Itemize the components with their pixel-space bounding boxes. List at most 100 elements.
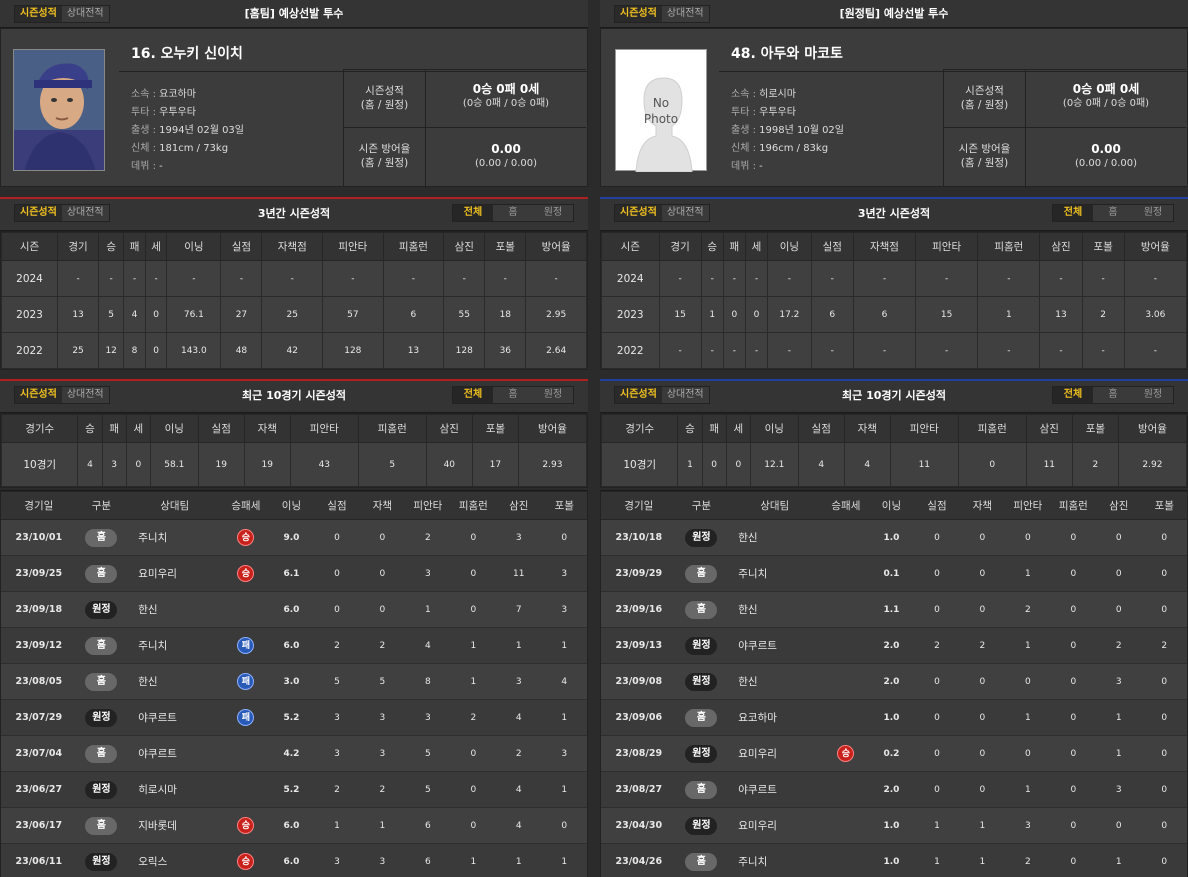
table-cell: 143.0 xyxy=(166,332,222,369)
tab-head-to-head[interactable]: 상대전적 xyxy=(61,387,109,403)
table-cell: 0 xyxy=(1141,735,1187,772)
result-cell xyxy=(823,555,869,592)
table-cell: 6.0 xyxy=(268,843,315,877)
game-row[interactable]: 23/07/04 홈 야쿠르트 4.2 3 3 5 0 2 3 xyxy=(1,735,587,772)
table-cell: 0 xyxy=(701,442,727,487)
table-cell: 23/06/11 xyxy=(1,843,77,877)
filter-tabs: 전체 홈 원정 xyxy=(452,204,574,222)
game-row[interactable]: 23/09/13 원정 야쿠르트 2.0 2 2 1 0 2 2 xyxy=(601,627,1187,664)
filter-all[interactable]: 전체 xyxy=(1053,387,1093,403)
game-row[interactable]: 23/06/11 원정 오릭스 승 6.0 3 3 6 1 1 1 xyxy=(1,843,587,877)
table-cell: 2.95 xyxy=(525,296,587,333)
filter-all[interactable]: 전체 xyxy=(453,387,493,403)
table-cell: 2 xyxy=(1141,627,1187,664)
recent-header: 시즌성적 상대전적 최근 10경기 시즌성적 전체 홈 원정 xyxy=(600,381,1188,413)
game-row[interactable]: 23/08/05 홈 한신 패 3.0 5 5 8 1 3 4 xyxy=(1,663,587,700)
filter-away[interactable]: 원정 xyxy=(533,387,573,403)
column-header: 피홈런 xyxy=(382,232,445,261)
venue-cell: 홈 xyxy=(676,843,727,877)
venue-badge: 홈 xyxy=(685,852,718,871)
view-tabs: 시즌성적 상대전적 xyxy=(614,5,710,23)
no-photo-text: No Photo xyxy=(643,96,679,126)
table-cell: 0 xyxy=(744,296,769,333)
season-record-box: 시즌성적 (홈 / 원정) 0승 0패 0세 (0승 0패 / 0승 0패) xyxy=(343,69,586,128)
filter-tabs: 전체 홈 원정 xyxy=(1052,386,1174,404)
game-row[interactable]: 23/06/17 홈 지바롯데 승 6.0 1 1 6 0 4 0 xyxy=(1,807,587,844)
filter-home[interactable]: 홈 xyxy=(1093,205,1133,221)
column-header: 실점 xyxy=(914,491,960,520)
table-cell: 4 xyxy=(541,663,587,700)
game-row[interactable]: 23/09/12 홈 주니치 패 6.0 2 2 4 1 1 1 xyxy=(1,627,587,664)
column-header: 패 xyxy=(701,414,727,443)
tab-head-to-head[interactable]: 상대전적 xyxy=(661,6,709,22)
table-cell: 5.2 xyxy=(268,771,315,808)
filter-all[interactable]: 전체 xyxy=(1053,205,1093,221)
game-row[interactable]: 23/07/29 원정 야쿠르트 패 5.2 3 3 3 2 4 1 xyxy=(1,699,587,736)
table-cell: 0 xyxy=(359,591,406,628)
table-cell: 1 xyxy=(314,807,360,844)
game-row[interactable]: 23/09/18 원정 한신 6.0 0 0 1 0 7 3 xyxy=(1,591,587,628)
filter-home[interactable]: 홈 xyxy=(1093,387,1133,403)
result-cell xyxy=(823,519,869,556)
table-cell: 2.64 xyxy=(525,332,587,369)
venue-badge: 원정 xyxy=(85,708,118,727)
filter-away[interactable]: 원정 xyxy=(1133,205,1173,221)
tab-season-stats[interactable]: 시즌성적 xyxy=(615,205,662,221)
column-header: 피홈런 xyxy=(357,414,427,443)
table-cell: 55 xyxy=(443,296,486,333)
tab-season-stats[interactable]: 시즌성적 xyxy=(15,205,62,221)
result-cell: 승 xyxy=(823,735,869,772)
filter-away[interactable]: 원정 xyxy=(1133,387,1173,403)
tab-season-stats[interactable]: 시즌성적 xyxy=(15,6,62,22)
table-cell: 0 xyxy=(1141,843,1187,877)
game-row[interactable]: 23/04/30 원정 요미우리 1.0 1 1 3 0 0 0 xyxy=(601,807,1187,844)
opponent-cell: 한신 xyxy=(726,591,824,628)
table-cell: 0 xyxy=(959,591,1006,628)
game-row[interactable]: 23/08/27 홈 야쿠르트 2.0 0 0 1 0 3 0 xyxy=(601,771,1187,808)
season-era-box: 시즌 방어율 (홈 / 원정) 0.00 (0.00 / 0.00) xyxy=(343,127,586,188)
filter-home[interactable]: 홈 xyxy=(493,205,533,221)
table-cell: 2 xyxy=(959,627,1006,664)
tab-head-to-head[interactable]: 상대전적 xyxy=(61,205,109,221)
table-cell: 0 xyxy=(1005,519,1051,556)
tab-head-to-head[interactable]: 상대전적 xyxy=(61,6,109,22)
game-row[interactable]: 23/10/01 홈 주니치 승 9.0 0 0 2 0 3 0 xyxy=(1,519,587,556)
tab-head-to-head[interactable]: 상대전적 xyxy=(661,205,709,221)
table-cell: 5 xyxy=(357,442,427,487)
game-row[interactable]: 23/04/26 홈 주니치 1.0 1 1 2 0 1 0 xyxy=(601,843,1187,877)
table-cell: 25 xyxy=(261,296,324,333)
venue-cell: 원정 xyxy=(76,699,127,736)
game-row[interactable]: 23/09/16 홈 한신 1.1 0 0 2 0 0 0 xyxy=(601,591,1187,628)
tab-season-stats[interactable]: 시즌성적 xyxy=(615,387,662,403)
no-photo-placeholder: No Photo xyxy=(615,49,707,172)
table-cell: 0 xyxy=(314,591,360,628)
table-cell: - xyxy=(98,260,125,297)
player-debut: 데뷔 : - xyxy=(731,161,763,172)
venue-cell: 홈 xyxy=(676,555,727,592)
player-team: 소속 : 히로시마 xyxy=(731,89,796,100)
filter-home[interactable]: 홈 xyxy=(493,387,533,403)
table-cell: 0 xyxy=(359,519,406,556)
filter-tabs: 전체 홈 원정 xyxy=(452,386,574,404)
column-header: 실점 xyxy=(810,232,854,261)
tab-head-to-head[interactable]: 상대전적 xyxy=(661,387,709,403)
recent-summary-table: 경기수 승 패 세 이닝 실점 자책 피안타 피홈런 삼진 포볼 방어율 10경기 1 0 0 12.1 4 4 11… xyxy=(600,413,1188,488)
game-row[interactable]: 23/09/06 홈 요코하마 1.0 0 0 1 0 1 0 xyxy=(601,699,1187,736)
tab-season-stats[interactable]: 시즌성적 xyxy=(615,6,662,22)
away-pitcher-column: 시즌성적 상대전적 [원정팀] 예상선발 투수 No Photo 48. 아두와 마… xyxy=(600,0,1188,877)
table-cell: 5 xyxy=(98,296,125,333)
game-row[interactable]: 23/09/08 원정 한신 2.0 0 0 0 0 3 0 xyxy=(601,663,1187,700)
game-row[interactable]: 23/10/18 원정 한신 1.0 0 0 0 0 0 0 xyxy=(601,519,1187,556)
table-cell: 6 xyxy=(852,296,917,333)
table-row: 2024- - - - - - - - - - - - xyxy=(0,260,587,297)
three-year-header: 시즌성적 상대전적 3년간 시즌성적 전체 홈 원정 xyxy=(600,199,1188,231)
game-row[interactable]: 23/06/27 원정 히로시마 5.2 2 2 5 0 4 1 xyxy=(1,771,587,808)
game-row[interactable]: 23/08/29 원정 요미우리 승 0.2 0 0 0 0 1 0 xyxy=(601,735,1187,772)
venue-badge: 원정 xyxy=(685,816,718,835)
game-row[interactable]: 23/09/29 홈 주니치 0.1 0 0 1 0 0 0 xyxy=(601,555,1187,592)
filter-away[interactable]: 원정 xyxy=(533,205,573,221)
game-row[interactable]: 23/09/25 홈 요미우리 승 6.1 0 0 3 0 11 3 xyxy=(1,555,587,592)
filter-all[interactable]: 전체 xyxy=(453,205,493,221)
tab-season-stats[interactable]: 시즌성적 xyxy=(15,387,62,403)
column-header: 삼진 xyxy=(1039,232,1083,261)
